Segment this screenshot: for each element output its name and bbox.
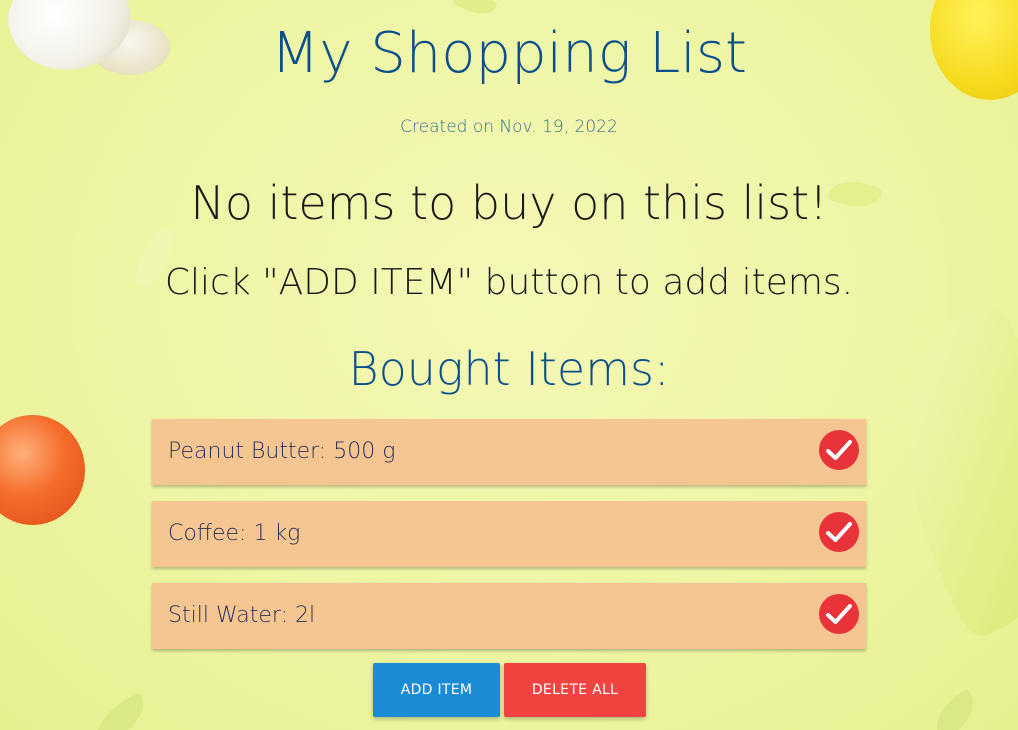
check-circle-icon[interactable]	[819, 594, 859, 634]
delete-all-button[interactable]: DELETE ALL	[504, 663, 646, 717]
leaf-decoration	[86, 692, 154, 730]
bought-item: Peanut Butter: 500 g	[152, 419, 866, 485]
add-item-hint: Click "ADD ITEM" button to add items.	[164, 262, 854, 303]
check-circle-icon[interactable]	[819, 512, 859, 552]
add-item-button[interactable]: ADD ITEM	[373, 663, 500, 717]
bought-item: Still Water: 2l	[152, 583, 866, 649]
item-label: Peanut Butter: 500 g	[168, 439, 396, 464]
created-date: Created on Nov. 19, 2022	[400, 117, 618, 137]
leaf-decoration	[925, 688, 985, 730]
item-label: Coffee: 1 kg	[168, 521, 301, 546]
page-title: My Shopping List	[271, 21, 747, 86]
empty-list-message: No items to buy on this list!	[190, 176, 828, 230]
tomato-decoration	[0, 415, 85, 525]
bought-items-list: Peanut Butter: 500 g Coffee: 1 kg Still …	[152, 419, 866, 665]
check-circle-icon[interactable]	[819, 430, 859, 470]
item-label: Still Water: 2l	[168, 603, 316, 628]
bought-item: Coffee: 1 kg	[152, 501, 866, 567]
bought-items-heading: Bought Items:	[348, 342, 670, 396]
